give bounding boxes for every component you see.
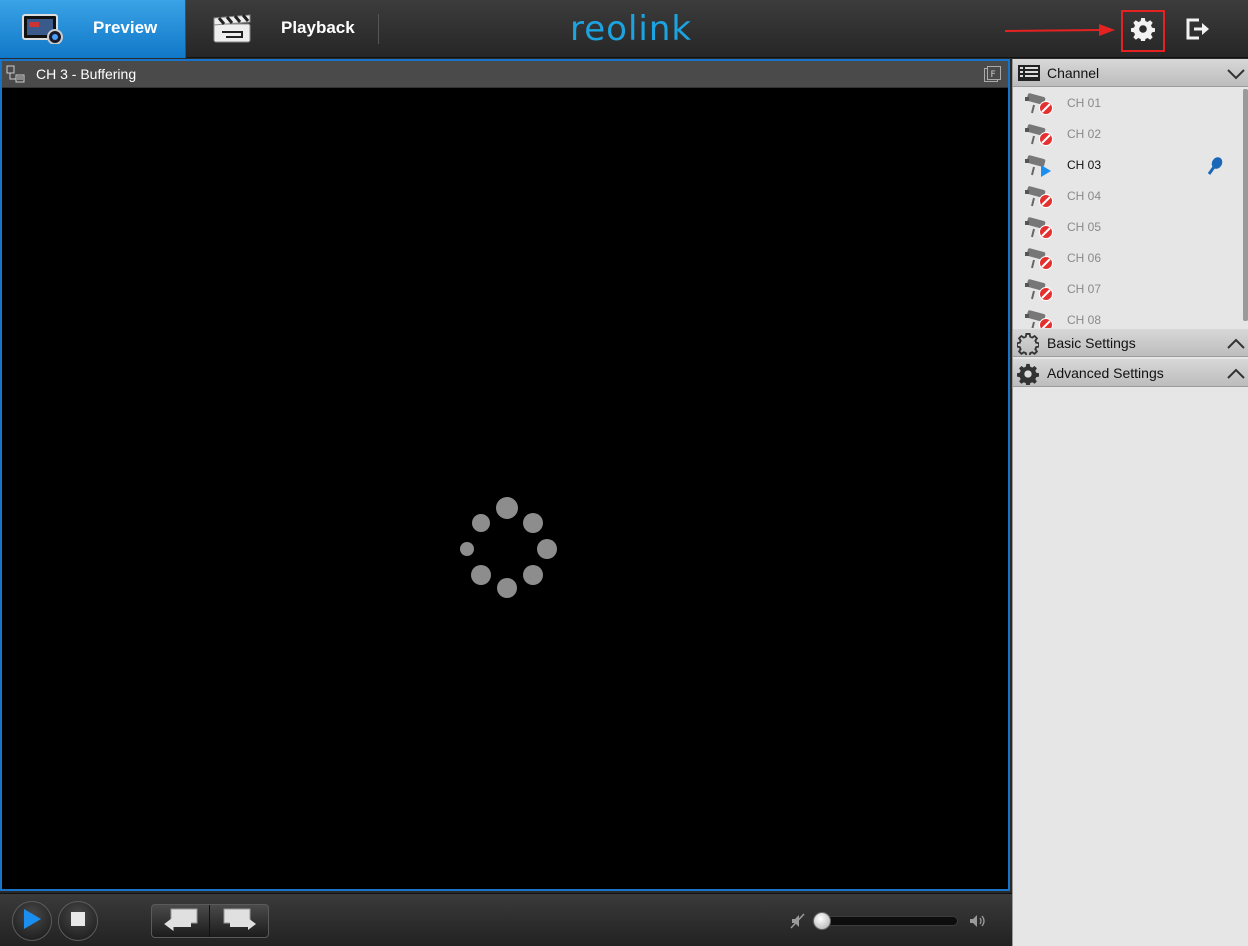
channel-section-label: Channel — [1047, 65, 1100, 81]
camera-offline-icon — [1024, 122, 1056, 151]
settings-button[interactable] — [1121, 10, 1165, 52]
volume-slider[interactable] — [812, 912, 958, 930]
video-panel[interactable]: CH 3 - Buffering F — [0, 59, 1010, 891]
advanced-settings-header[interactable]: Advanced Settings — [1013, 359, 1248, 387]
tab-divider — [378, 14, 379, 44]
gear-icon — [1016, 333, 1040, 360]
channel-section-header[interactable]: Channel — [1013, 59, 1248, 87]
top-bar: Preview Playback reolink — [0, 0, 1248, 58]
mute-icon[interactable] — [790, 913, 806, 934]
camera-offline-icon — [1024, 91, 1056, 120]
network-channel-icon — [6, 65, 26, 90]
channel-item[interactable]: CH 07 — [1013, 274, 1239, 305]
stop-icon — [70, 911, 86, 932]
play-button[interactable] — [12, 901, 52, 941]
channel-item[interactable]: CH 03 — [1013, 150, 1239, 181]
channel-label: CH 08 — [1067, 313, 1102, 327]
channel-label: CH 01 — [1067, 96, 1102, 110]
channel-list: CH 01 CH 02 CH 03 CH 04 CH 05 CH 06 CH 07 CH 08 — [1013, 88, 1248, 328]
logout-button[interactable] — [1181, 14, 1215, 48]
chevron-up-icon — [1227, 367, 1245, 385]
channel-item[interactable]: CH 01 — [1013, 88, 1239, 119]
basic-settings-label: Basic Settings — [1047, 335, 1136, 351]
tab-preview[interactable]: Preview — [0, 0, 186, 58]
channel-item[interactable]: CH 02 — [1013, 119, 1239, 150]
channel-label: CH 04 — [1067, 189, 1102, 203]
video-title: CH 3 - Buffering — [36, 66, 137, 82]
channel-list-scrollbar[interactable] — [1243, 89, 1248, 321]
camera-offline-icon — [1024, 246, 1056, 275]
chevron-down-icon — [1227, 67, 1245, 85]
monitor-icon — [22, 14, 66, 49]
channel-label: CH 05 — [1067, 220, 1102, 234]
next-icon — [222, 907, 258, 936]
tab-playback-label: Playback — [281, 18, 355, 37]
channel-item[interactable]: CH 05 — [1013, 212, 1239, 243]
microphone-icon[interactable] — [1206, 156, 1224, 181]
channel-item[interactable]: CH 08 — [1013, 305, 1239, 328]
channel-item[interactable]: CH 04 — [1013, 181, 1239, 212]
play-icon — [22, 908, 42, 935]
clapperboard-icon — [212, 14, 252, 49]
next-button[interactable] — [211, 905, 269, 937]
channel-navigation — [151, 904, 269, 938]
camera-offline-icon — [1024, 308, 1056, 328]
gear-icon — [1017, 363, 1039, 390]
advanced-settings-label: Advanced Settings — [1047, 365, 1164, 381]
channel-label: CH 06 — [1067, 251, 1102, 265]
video-header: CH 3 - Buffering F — [2, 61, 1008, 88]
volume-icon[interactable] — [968, 913, 988, 934]
loading-spinner-icon — [457, 496, 559, 598]
list-icon — [1017, 63, 1041, 88]
channel-label: CH 03 — [1067, 158, 1102, 172]
logout-icon — [1185, 17, 1211, 46]
basic-settings-header[interactable]: Basic Settings — [1013, 329, 1248, 357]
camera-offline-icon — [1024, 215, 1056, 244]
settings-gear-icon — [1131, 17, 1155, 46]
previous-button[interactable] — [152, 905, 210, 937]
channel-label: CH 02 — [1067, 127, 1102, 141]
svg-text:F: F — [991, 70, 996, 80]
red-arrow-annotation-icon — [1004, 24, 1117, 43]
reolink-logo: reolink — [570, 9, 693, 49]
channel-label: CH 07 — [1067, 282, 1102, 296]
camera-offline-icon — [1024, 277, 1056, 306]
channel-item[interactable]: CH 06 — [1013, 243, 1239, 274]
tab-playback[interactable]: Playback — [186, 0, 378, 58]
previous-icon — [163, 907, 199, 936]
camera-online-icon — [1024, 153, 1056, 182]
right-sidebar: Channel CH 01 CH 02 CH 03 CH 04 CH 05 CH 06 CH… — [1012, 59, 1248, 946]
stop-button[interactable] — [58, 901, 98, 941]
fullscreen-icon[interactable]: F — [984, 66, 1002, 83]
volume-knob[interactable] — [813, 912, 831, 930]
camera-offline-icon — [1024, 184, 1056, 213]
tab-preview-label: Preview — [93, 18, 158, 37]
chevron-up-icon — [1227, 337, 1245, 355]
